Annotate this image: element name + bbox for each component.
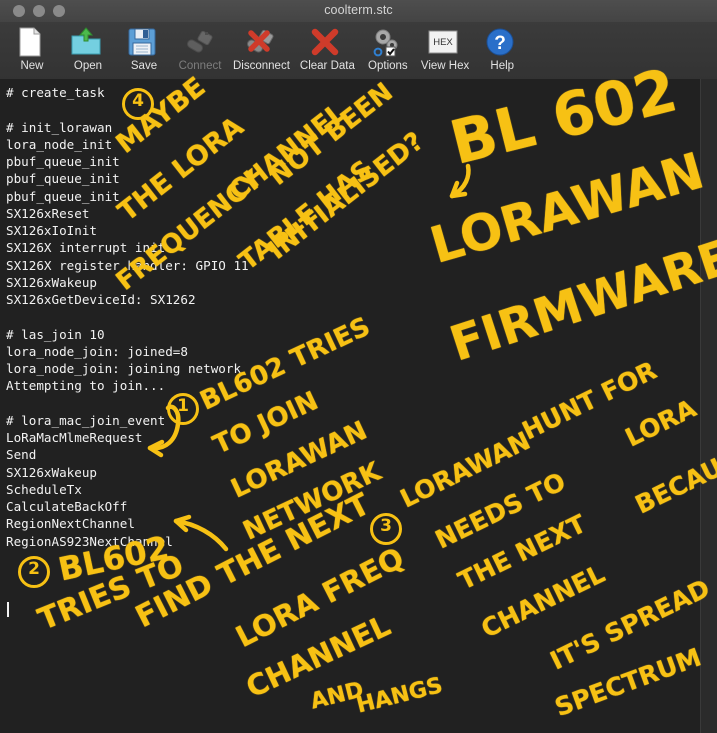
toolbar-button-label: Save (131, 60, 157, 72)
question-circle-icon: ? (483, 25, 521, 59)
toolbar-button-help[interactable]: ? Help (474, 22, 530, 72)
toolbar-button-options[interactable]: Options (360, 22, 416, 72)
toolbar-button-label: Clear Data (300, 60, 355, 72)
open-folder-icon (69, 25, 107, 59)
toolbar-items: New Open Save Connect Disconnect Clear Data Op… (4, 22, 530, 72)
floppy-disk-icon (125, 25, 163, 59)
red-x-icon (308, 25, 346, 59)
toolbar-button-label: Connect (179, 60, 222, 72)
gears-icon (369, 25, 407, 59)
new-document-icon (13, 25, 51, 59)
svg-text:?: ? (494, 33, 506, 54)
toolbar-button-open[interactable]: Open (60, 22, 116, 72)
window-title-bar: coolterm.stc (0, 0, 717, 23)
toolbar-button-clear-data[interactable]: Clear Data (295, 22, 360, 72)
toolbar-button-disconnect[interactable]: Disconnect (228, 22, 295, 72)
toolbar-button-label: View Hex (421, 60, 469, 72)
usb-plug-icon (181, 25, 219, 59)
window-title: coolterm.stc (0, 3, 717, 17)
coolterm-window: coolterm.stc New Open Save Connect Disconnec… (0, 0, 717, 733)
toolbar-button-view-hex[interactable]: HEX View Hex (416, 22, 474, 72)
toolbar-button-label: New (20, 60, 43, 72)
callout-number-3: 3 (370, 513, 402, 545)
toolbar-button-label: Open (74, 60, 102, 72)
svg-text:HEX: HEX (433, 37, 453, 48)
usb-plug-x-icon (242, 25, 280, 59)
toolbar-button-connect: Connect (172, 22, 228, 72)
toolbar-button-new[interactable]: New (4, 22, 60, 72)
toolbar-button-label: Help (490, 60, 514, 72)
callout-number-1: 1 (167, 393, 199, 425)
toolbar-button-label: Options (368, 60, 408, 72)
text-cursor (7, 602, 9, 617)
toolbar-button-save[interactable]: Save (116, 22, 172, 72)
hex-box-icon: HEX (426, 25, 464, 59)
toolbar-button-label: Disconnect (233, 60, 290, 72)
callout-number-2: 2 (18, 556, 50, 588)
